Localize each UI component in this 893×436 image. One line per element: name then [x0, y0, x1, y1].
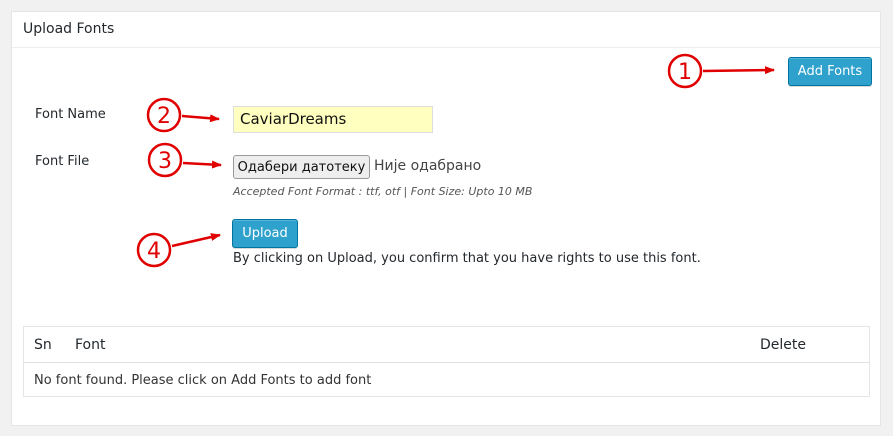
- table-header: Sn Font Delete: [24, 327, 869, 363]
- fonts-table: Sn Font Delete No font found. Please cli…: [23, 326, 870, 397]
- font-file-label: Font File: [35, 154, 90, 169]
- file-status-text: Није одабрано: [374, 158, 482, 174]
- panel-header: Upload Fonts: [12, 12, 880, 48]
- empty-table-message: No font found. Please click on Add Fonts…: [34, 373, 372, 388]
- column-header-font: Font: [75, 337, 106, 353]
- upload-fonts-panel: Upload Fonts Add Fonts Font Name CaviarD…: [11, 11, 881, 426]
- font-format-hint: Accepted Font Format : ttf, otf | Font S…: [233, 185, 533, 198]
- panel-title: Upload Fonts: [23, 21, 115, 37]
- upload-button[interactable]: Upload: [232, 219, 298, 248]
- consent-text: By clicking on Upload, you confirm that …: [233, 251, 701, 266]
- choose-file-button[interactable]: Одабери датотеку: [233, 155, 370, 179]
- add-fonts-button[interactable]: Add Fonts: [788, 57, 872, 86]
- column-header-sn: Sn: [34, 337, 52, 353]
- font-name-label: Font Name: [35, 107, 106, 122]
- font-name-input[interactable]: CaviarDreams: [233, 106, 433, 133]
- column-header-delete: Delete: [760, 337, 806, 353]
